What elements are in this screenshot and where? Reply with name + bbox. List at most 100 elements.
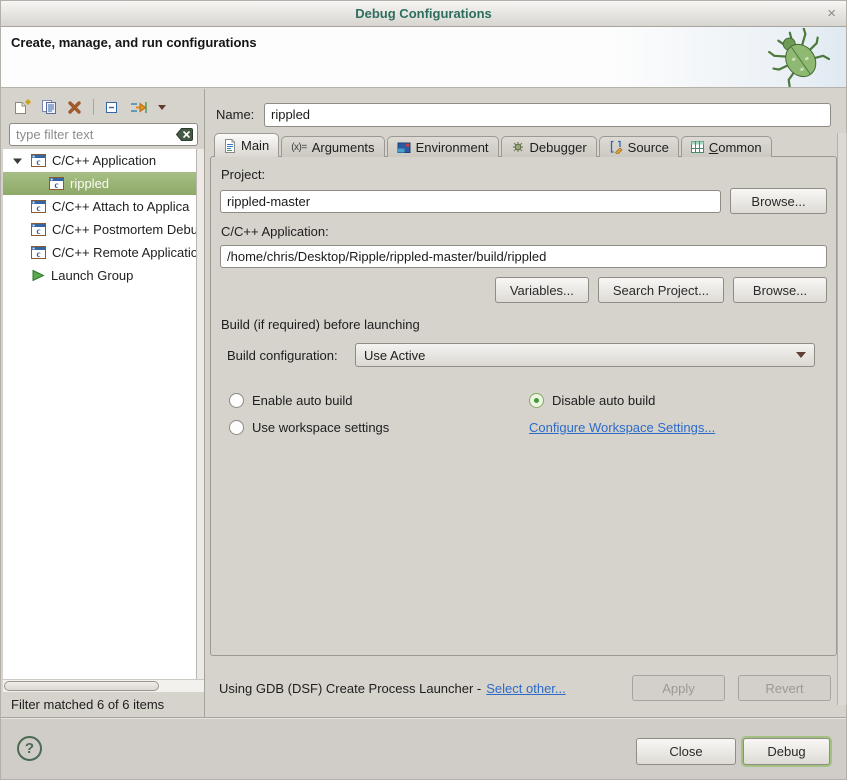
tab-label: Source (628, 140, 669, 155)
application-buttons: Variables... Search Project... Browse... (220, 277, 827, 303)
tab-label: Environment (416, 140, 489, 155)
delete-configuration-icon[interactable] (67, 100, 82, 115)
tab-label: Common (709, 140, 762, 155)
c-application-icon: c (49, 177, 64, 190)
close-icon[interactable]: × (827, 1, 836, 27)
tree-item-launch-group[interactable]: Launch Group (3, 264, 204, 287)
c-application-icon: c (31, 154, 46, 167)
select-other-link[interactable]: Select other... (486, 681, 566, 696)
tree-item-attach[interactable]: c C/C++ Attach to Applica (3, 195, 204, 218)
clear-filter-icon[interactable] (175, 127, 194, 142)
chevron-down-icon (796, 352, 806, 358)
header-title: Create, manage, and run configurations (11, 35, 257, 50)
apply-button[interactable]: Apply (632, 675, 725, 701)
tree-item-label: C/C++ Application (52, 153, 156, 168)
main-tab-content: Project: Browse... C/C++ Application: Va… (210, 156, 837, 656)
browse-button[interactable]: Browse... (733, 277, 827, 303)
help-icon[interactable]: ? (17, 736, 42, 761)
tab-label: Arguments (312, 140, 375, 155)
new-configuration-icon[interactable] (13, 99, 31, 115)
filter-row: type filter text (3, 119, 204, 149)
launcher-text: Using GDB (DSF) Create Process Launcher … (219, 681, 481, 696)
svg-text:c: c (37, 249, 41, 259)
window-title: Debug Configurations (355, 6, 492, 21)
form-vertical-scrollbar[interactable] (837, 133, 847, 705)
tree-item-postmortem[interactable]: c C/C++ Postmortem Debu (3, 218, 204, 241)
name-label: Name: (216, 107, 264, 122)
launcher-row: Using GDB (DSF) Create Process Launcher … (219, 674, 831, 702)
enable-auto-build-radio[interactable]: Enable auto build (229, 393, 529, 408)
variables-button[interactable]: Variables... (495, 277, 589, 303)
toolbar-separator (93, 99, 94, 115)
source-tab-icon (609, 140, 623, 154)
tree-item-label: Launch Group (51, 268, 133, 283)
radio-label: Disable auto build (552, 393, 655, 408)
svg-text:c: c (37, 157, 41, 167)
build-config-label: Build configuration: (227, 348, 355, 363)
c-application-icon: c (31, 223, 46, 236)
project-input[interactable] (220, 190, 721, 213)
svg-text:c: c (55, 180, 59, 190)
use-workspace-settings-radio[interactable]: Use workspace settings (229, 420, 529, 435)
common-tab-icon (691, 141, 704, 153)
search-project-button[interactable]: Search Project... (598, 277, 724, 303)
tab-source[interactable]: Source (599, 136, 679, 157)
radio-selected-icon[interactable] (529, 393, 544, 408)
debug-button[interactable]: Debug (743, 738, 830, 765)
duplicate-configuration-icon[interactable] (41, 99, 57, 115)
project-browse-button[interactable]: Browse... (730, 188, 827, 214)
tree-item-label: C/C++ Attach to Applica (52, 199, 189, 214)
header-banner: Create, manage, and run configurations (1, 27, 846, 88)
disable-auto-build-radio[interactable]: Disable auto build (529, 393, 829, 408)
tab-common[interactable]: Common (681, 136, 772, 157)
application-input[interactable] (220, 245, 827, 268)
tree-item-remote[interactable]: c C/C++ Remote Applicatio (3, 241, 204, 264)
tab-main[interactable]: Main (214, 133, 279, 157)
application-label: C/C++ Application: (221, 224, 827, 239)
filter-input[interactable]: type filter text (9, 123, 198, 146)
close-button[interactable]: Close (636, 738, 736, 765)
toolbar-menu-arrow-icon[interactable] (157, 103, 167, 111)
c-application-icon: c (31, 200, 46, 213)
build-config-select[interactable]: Use Active (355, 343, 815, 367)
configure-workspace-cell: Configure Workspace Settings... (529, 420, 829, 435)
tree-item-label: C/C++ Postmortem Debu (52, 222, 198, 237)
revert-button[interactable]: Revert (738, 675, 831, 701)
build-config-value: Use Active (364, 348, 796, 363)
collapse-all-icon[interactable] (105, 101, 119, 114)
configurations-toolbar (3, 89, 204, 119)
configuration-form: Name: Main (x)= Arguments (206, 89, 847, 717)
tab-bar: Main (x)= Arguments Environment (214, 133, 774, 157)
tree-vertical-scrollbar[interactable] (196, 149, 204, 679)
build-heading: Build (if required) before launching (221, 317, 827, 332)
tree-item-label: C/C++ Remote Applicatio (52, 245, 198, 260)
expander-icon[interactable] (13, 157, 25, 165)
radio-icon[interactable] (229, 420, 244, 435)
filter-configurations-icon[interactable] (129, 100, 147, 115)
filter-status: Filter matched 6 of 6 items (3, 692, 204, 717)
c-application-icon: c (31, 246, 46, 259)
radio-label: Enable auto build (252, 393, 352, 408)
tab-environment[interactable]: Environment (387, 136, 499, 157)
tree-item-capp[interactable]: c C/C++ Application (3, 149, 204, 172)
bug-logo-icon (768, 28, 830, 87)
svg-text:c: c (37, 203, 41, 213)
configurations-panel: type filter text c (3, 89, 205, 717)
tree-horizontal-scrollbar[interactable] (3, 679, 204, 692)
launch-group-icon (31, 269, 45, 282)
tab-arguments[interactable]: (x)= Arguments (281, 136, 384, 157)
titlebar[interactable]: Debug Configurations × (1, 1, 846, 27)
build-config-row: Build configuration: Use Active (227, 343, 827, 367)
name-row: Name: (216, 102, 831, 127)
arguments-tab-icon: (x)= (291, 142, 307, 153)
tab-debugger[interactable]: Debugger (501, 136, 597, 157)
radio-label: Use workspace settings (252, 420, 389, 435)
configure-workspace-link[interactable]: Configure Workspace Settings... (529, 420, 715, 435)
radio-icon[interactable] (229, 393, 244, 408)
configurations-tree: c C/C++ Application c rippled (3, 149, 204, 679)
scrollbar-thumb[interactable] (4, 681, 159, 691)
name-input[interactable] (264, 103, 831, 127)
filter-placeholder: type filter text (16, 127, 175, 142)
tree-item-rippled[interactable]: c rippled (3, 172, 204, 195)
dialog-body: type filter text c (1, 89, 846, 717)
